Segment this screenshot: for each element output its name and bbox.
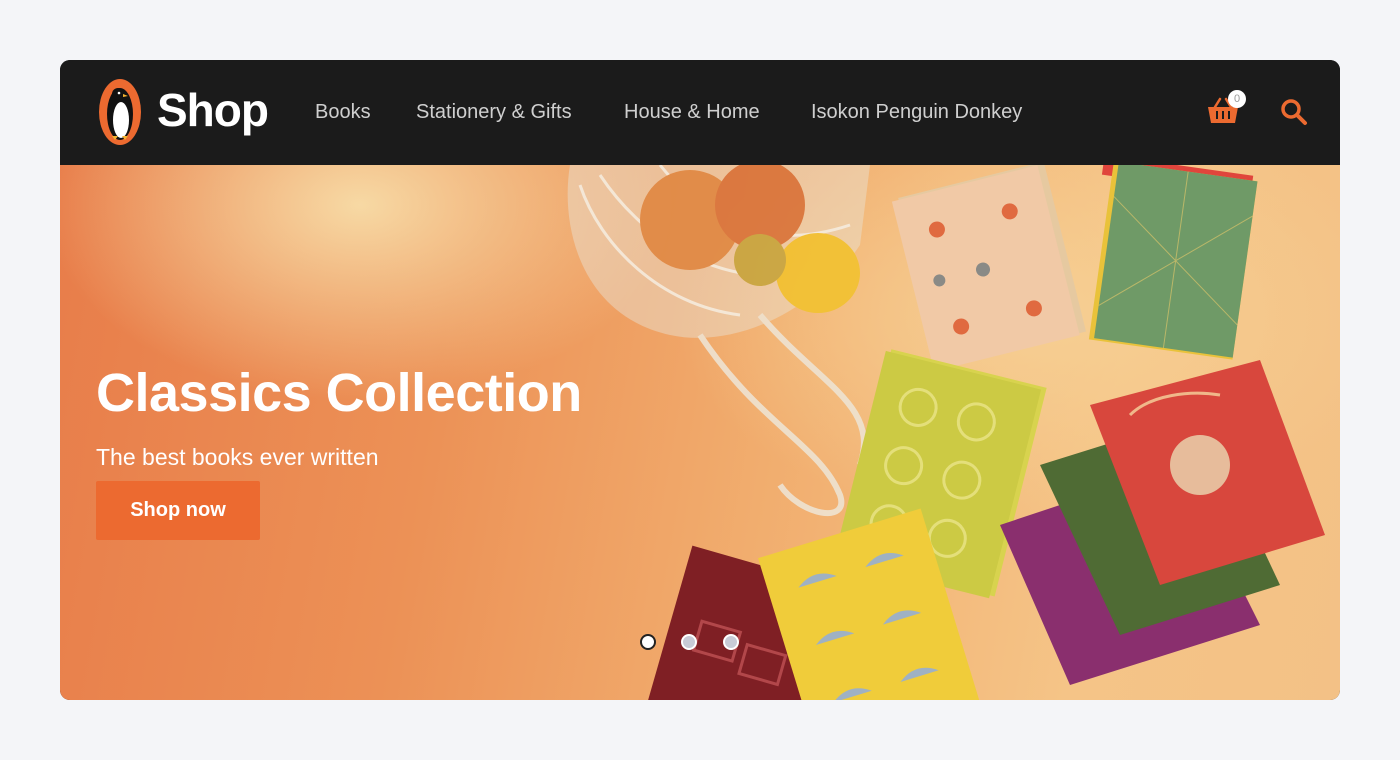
shop-now-button[interactable]: Shop now bbox=[96, 481, 260, 540]
book-the-time-machine bbox=[1088, 165, 1258, 360]
carousel-dot-2[interactable] bbox=[681, 634, 697, 650]
nav-item-stationery-gifts[interactable]: Stationery & Gifts bbox=[416, 100, 572, 124]
string-bag-illustration bbox=[567, 165, 870, 516]
nav-item-books[interactable]: Books bbox=[315, 100, 371, 124]
penguin-logo-icon[interactable] bbox=[98, 78, 142, 146]
carousel-dot-3[interactable] bbox=[723, 634, 739, 650]
hero-title: Classics Collection bbox=[96, 363, 582, 424]
hero-banner: Classics Collection The best books ever … bbox=[60, 165, 1340, 700]
book-stack-right bbox=[1000, 360, 1325, 685]
search-icon[interactable] bbox=[1280, 98, 1308, 126]
carousel-dot-1[interactable] bbox=[640, 634, 656, 650]
top-navbar: Shop Books Stationery & Gifts House & Ho… bbox=[60, 60, 1340, 165]
nav-item-house-home[interactable]: House & Home bbox=[624, 100, 760, 124]
hero-photo-books-and-fruit bbox=[567, 165, 1325, 700]
cart-count-badge: 0 bbox=[1228, 90, 1246, 108]
brand-name[interactable]: Shop bbox=[157, 82, 269, 138]
book-pride-and-prejudice bbox=[891, 165, 1087, 372]
nav-item-isokon-penguin-donkey[interactable]: Isokon Penguin Donkey bbox=[811, 100, 1022, 124]
hero-subtitle: The best books ever written bbox=[96, 444, 379, 470]
page-frame: Shop Books Stationery & Gifts House & Ho… bbox=[60, 60, 1340, 700]
